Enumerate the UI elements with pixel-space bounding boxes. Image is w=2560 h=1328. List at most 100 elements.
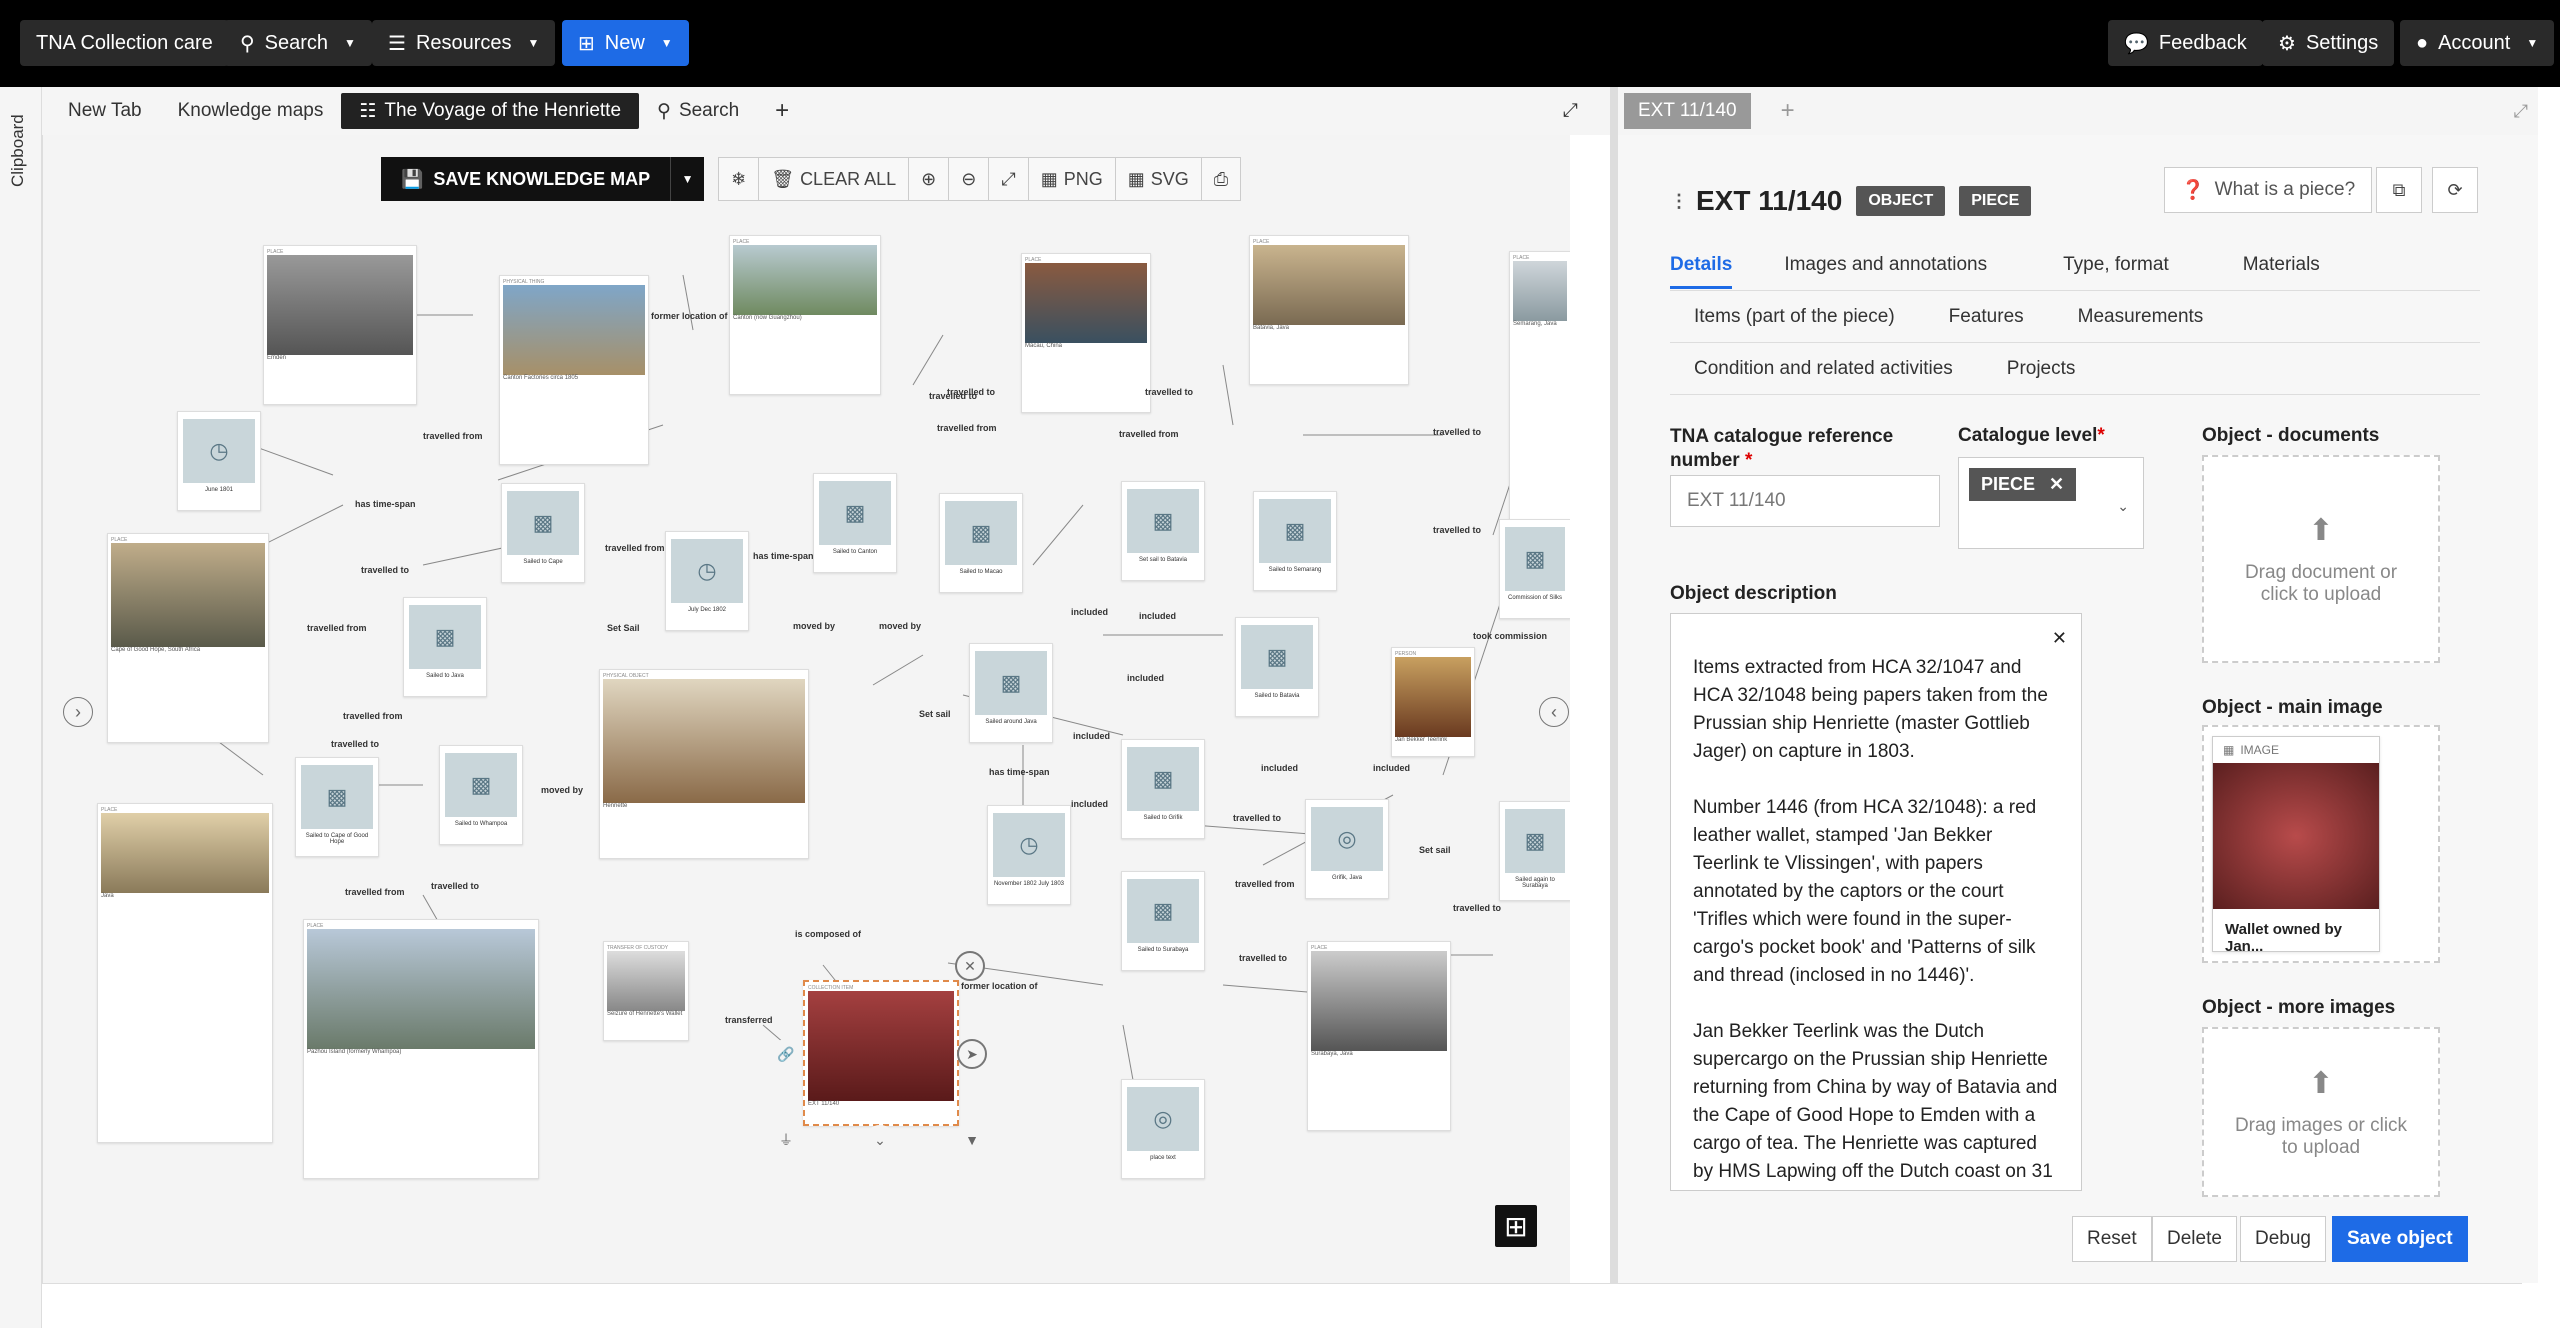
tab-images-annotations[interactable]: Images and annotations (1762, 254, 2011, 276)
graph-node-physical-object[interactable]: physical object Henriette (599, 669, 809, 859)
what-is-piece-button[interactable]: ❓ What is a piece? (2164, 167, 2373, 213)
ref-number-input[interactable]: EXT 11/140 (1670, 475, 1940, 527)
tab-search[interactable]: ⚲ Search (639, 93, 757, 129)
drag-handle-icon[interactable]: ⋮ (1670, 191, 1688, 212)
graph-node-place[interactable]: ◎ Grifik, Java (1305, 799, 1389, 899)
graph-node-event[interactable]: ▩ Sailed to Canton (813, 473, 897, 573)
graph-node-event[interactable]: ▩ Sailed to Whampoa (439, 745, 523, 845)
graph-node-event[interactable]: ◷ November 1802 July 1803 (987, 805, 1071, 905)
account-button[interactable]: ● Account ▼ (2400, 20, 2555, 66)
expand-icon[interactable]: ⤢ (2514, 101, 2528, 122)
node-label: place text (1150, 1155, 1176, 1161)
reset-button[interactable]: Reset (2072, 1216, 2152, 1262)
catalogue-level-select[interactable]: PIECE ✕ ⌄ (1958, 457, 2144, 549)
chevron-down-icon[interactable]: ⌄ (865, 1125, 895, 1155)
graph-node-place[interactable]: place Java (97, 803, 273, 1143)
panel-resize-handle[interactable] (1610, 87, 1618, 1283)
refresh-icon[interactable]: ⟳ (2432, 167, 2478, 213)
fit-screen-icon[interactable]: ⤢ (989, 158, 1029, 200)
tab-voyage-of-henriette[interactable]: ☷ The Voyage of the Henriette (341, 93, 640, 129)
graph-node-event[interactable]: ▩ Sailed around Java (969, 643, 1053, 743)
compass-icon[interactable]: ➤ (957, 1039, 987, 1069)
graph-node-event[interactable]: ▩ Sailed to Cape (501, 483, 585, 583)
feedback-button[interactable]: 💬 Feedback (2108, 20, 2263, 66)
graph-node-event[interactable]: ▩ Sailed to Semarang (1253, 491, 1337, 591)
graph-node-event[interactable]: ▩ Commission of Silks (1499, 519, 1570, 619)
graph-node-place[interactable]: place Batavia, Java (1249, 235, 1409, 385)
expand-icon[interactable]: ⤢ (1545, 93, 1596, 129)
graph-node-person[interactable]: person Jan Bekker Teerlink (1391, 647, 1475, 757)
plug-icon[interactable]: ⏚ (771, 1125, 801, 1155)
add-tab-button[interactable]: + (757, 93, 807, 129)
resources-menu-button[interactable]: ☰ Resources ▼ (372, 20, 556, 66)
delete-button[interactable]: Delete (2152, 1216, 2237, 1262)
close-icon[interactable]: ✕ (2052, 624, 2067, 652)
graph-node-event[interactable]: ▩ Sailed again to Surabaya (1499, 801, 1570, 901)
documents-dropzone[interactable]: ⬆ Drag document or click to upload (2202, 455, 2440, 663)
brand-button[interactable]: TNA Collection care (20, 20, 229, 66)
export-svg-button[interactable]: ▦ SVG (1116, 158, 1202, 200)
edge-label: travelled from (343, 711, 403, 721)
export-png-button[interactable]: ▦ PNG (1029, 158, 1116, 200)
save-knowledge-map-button[interactable]: 💾 SAVE KNOWLEDGE MAP (381, 157, 671, 201)
graph-node-place[interactable]: physical thing Canton Factories circa 180… (499, 275, 649, 465)
calendar-icon: ▩ (1127, 747, 1199, 811)
tab-type-format[interactable]: Type, format (2011, 254, 2193, 276)
graph-node-place[interactable]: place Macau, China (1021, 253, 1151, 413)
graph-node-place[interactable]: place Pazhou Island (formerly Whampoa) (303, 919, 539, 1179)
chevron-right-icon[interactable]: ‹ (1539, 697, 1569, 727)
graph-node-place[interactable]: place Surabaya, Java (1307, 941, 1451, 1131)
tab-ext-11-140[interactable]: EXT 11/140 (1624, 93, 1751, 129)
more-images-dropzone[interactable]: ⬆ Drag images or click to upload (2202, 1027, 2440, 1197)
zoom-out-icon[interactable]: ⊖ (949, 158, 990, 200)
graph-node-transfer[interactable]: transfer of custody Seizure of Henriette'… (603, 941, 689, 1041)
graph-node-place[interactable]: ◎ place text (1121, 1079, 1205, 1179)
close-node-icon[interactable]: ✕ (955, 951, 985, 981)
tab-details[interactable]: Details (1670, 241, 1733, 289)
graph-node-event[interactable]: ▩ Sailed to Cape of Good Hope (295, 757, 379, 857)
graph-node-place[interactable]: place Emden (263, 245, 417, 405)
chevron-left-icon[interactable]: › (63, 697, 93, 727)
clipboard-sidebar[interactable]: Clipboard (0, 87, 42, 1328)
tab-knowledge-maps[interactable]: Knowledge maps (160, 93, 342, 129)
print-icon[interactable]: ⎙ (1202, 158, 1240, 200)
copy-icon[interactable]: ⧉ (2376, 167, 2422, 213)
graph-node-event[interactable]: ▩ Sailed to Surabaya (1121, 871, 1205, 971)
clear-all-button[interactable]: 🗑 CLEAR ALL (759, 158, 910, 200)
graph-node-event[interactable]: ▩ Sailed to Grifik (1121, 739, 1205, 839)
graph-node-event[interactable]: ◷ June 1801 (177, 411, 261, 511)
tab-items[interactable]: Items (part of the piece) (1670, 306, 1919, 328)
knowledge-map-canvas[interactable]: 💾 SAVE KNOWLEDGE MAP ▼ ❄ 🗑 CLEAR ALL ⊕ ⊖ ⤢… (42, 135, 1570, 1283)
graph-node-event[interactable]: ▩ Sailed to Java (403, 597, 487, 697)
graph-node-event[interactable]: ▩ Sailed to Batavia (1235, 617, 1319, 717)
tab-measurements[interactable]: Measurements (2048, 306, 2228, 328)
tab-new-tab[interactable]: New Tab (50, 93, 160, 129)
tab-condition[interactable]: Condition and related activities (1670, 358, 1977, 380)
main-image-card[interactable]: ▦ IMAGE Wallet owned by Jan... (2212, 736, 2380, 955)
graph-node-event[interactable]: ▩ Set sail to Batavia (1121, 481, 1205, 581)
level-badge: PIECE (1959, 186, 2032, 216)
graph-node-event[interactable]: ◷ July Dec 1802 (665, 531, 749, 631)
search-menu-button[interactable]: ⚲ Search ▼ (224, 20, 372, 66)
zoom-in-icon[interactable]: ⊕ (909, 158, 950, 200)
tab-features[interactable]: Features (1919, 306, 2048, 328)
save-options-dropdown[interactable]: ▼ (670, 157, 705, 201)
description-editor[interactable]: ✕ Items extracted from HCA 32/1047 and H… (1670, 613, 2082, 1191)
tab-projects[interactable]: Projects (1977, 358, 2100, 380)
link-icon[interactable]: 🔗 (771, 1039, 801, 1069)
edge-label: former location of (651, 311, 728, 321)
add-tab-button[interactable]: + (1781, 97, 1795, 125)
remove-tag-icon[interactable]: ✕ (2049, 474, 2064, 495)
tab-materials[interactable]: Materials (2193, 254, 2344, 276)
settings-button[interactable]: ⚙ Settings (2262, 20, 2395, 66)
filter-icon[interactable]: ▼ (957, 1125, 987, 1155)
graph-node-place[interactable]: place Cape of Good Hope, South Africa (107, 533, 269, 743)
graph-node-place[interactable]: place Canton (now Guangzhou) (729, 235, 881, 395)
graph-node-wallet-selected[interactable]: collection item EXT 11/140 (803, 980, 959, 1126)
add-node-button[interactable]: ⊞ (1495, 1205, 1537, 1247)
new-menu-button[interactable]: ⊞ New ▼ (562, 20, 689, 66)
layout-icon[interactable]: ❄ (719, 158, 760, 200)
graph-node-event[interactable]: ▩ Sailed to Macao (939, 493, 1023, 593)
save-object-button[interactable]: Save object (2332, 1216, 2468, 1262)
debug-button[interactable]: Debug (2240, 1216, 2326, 1262)
